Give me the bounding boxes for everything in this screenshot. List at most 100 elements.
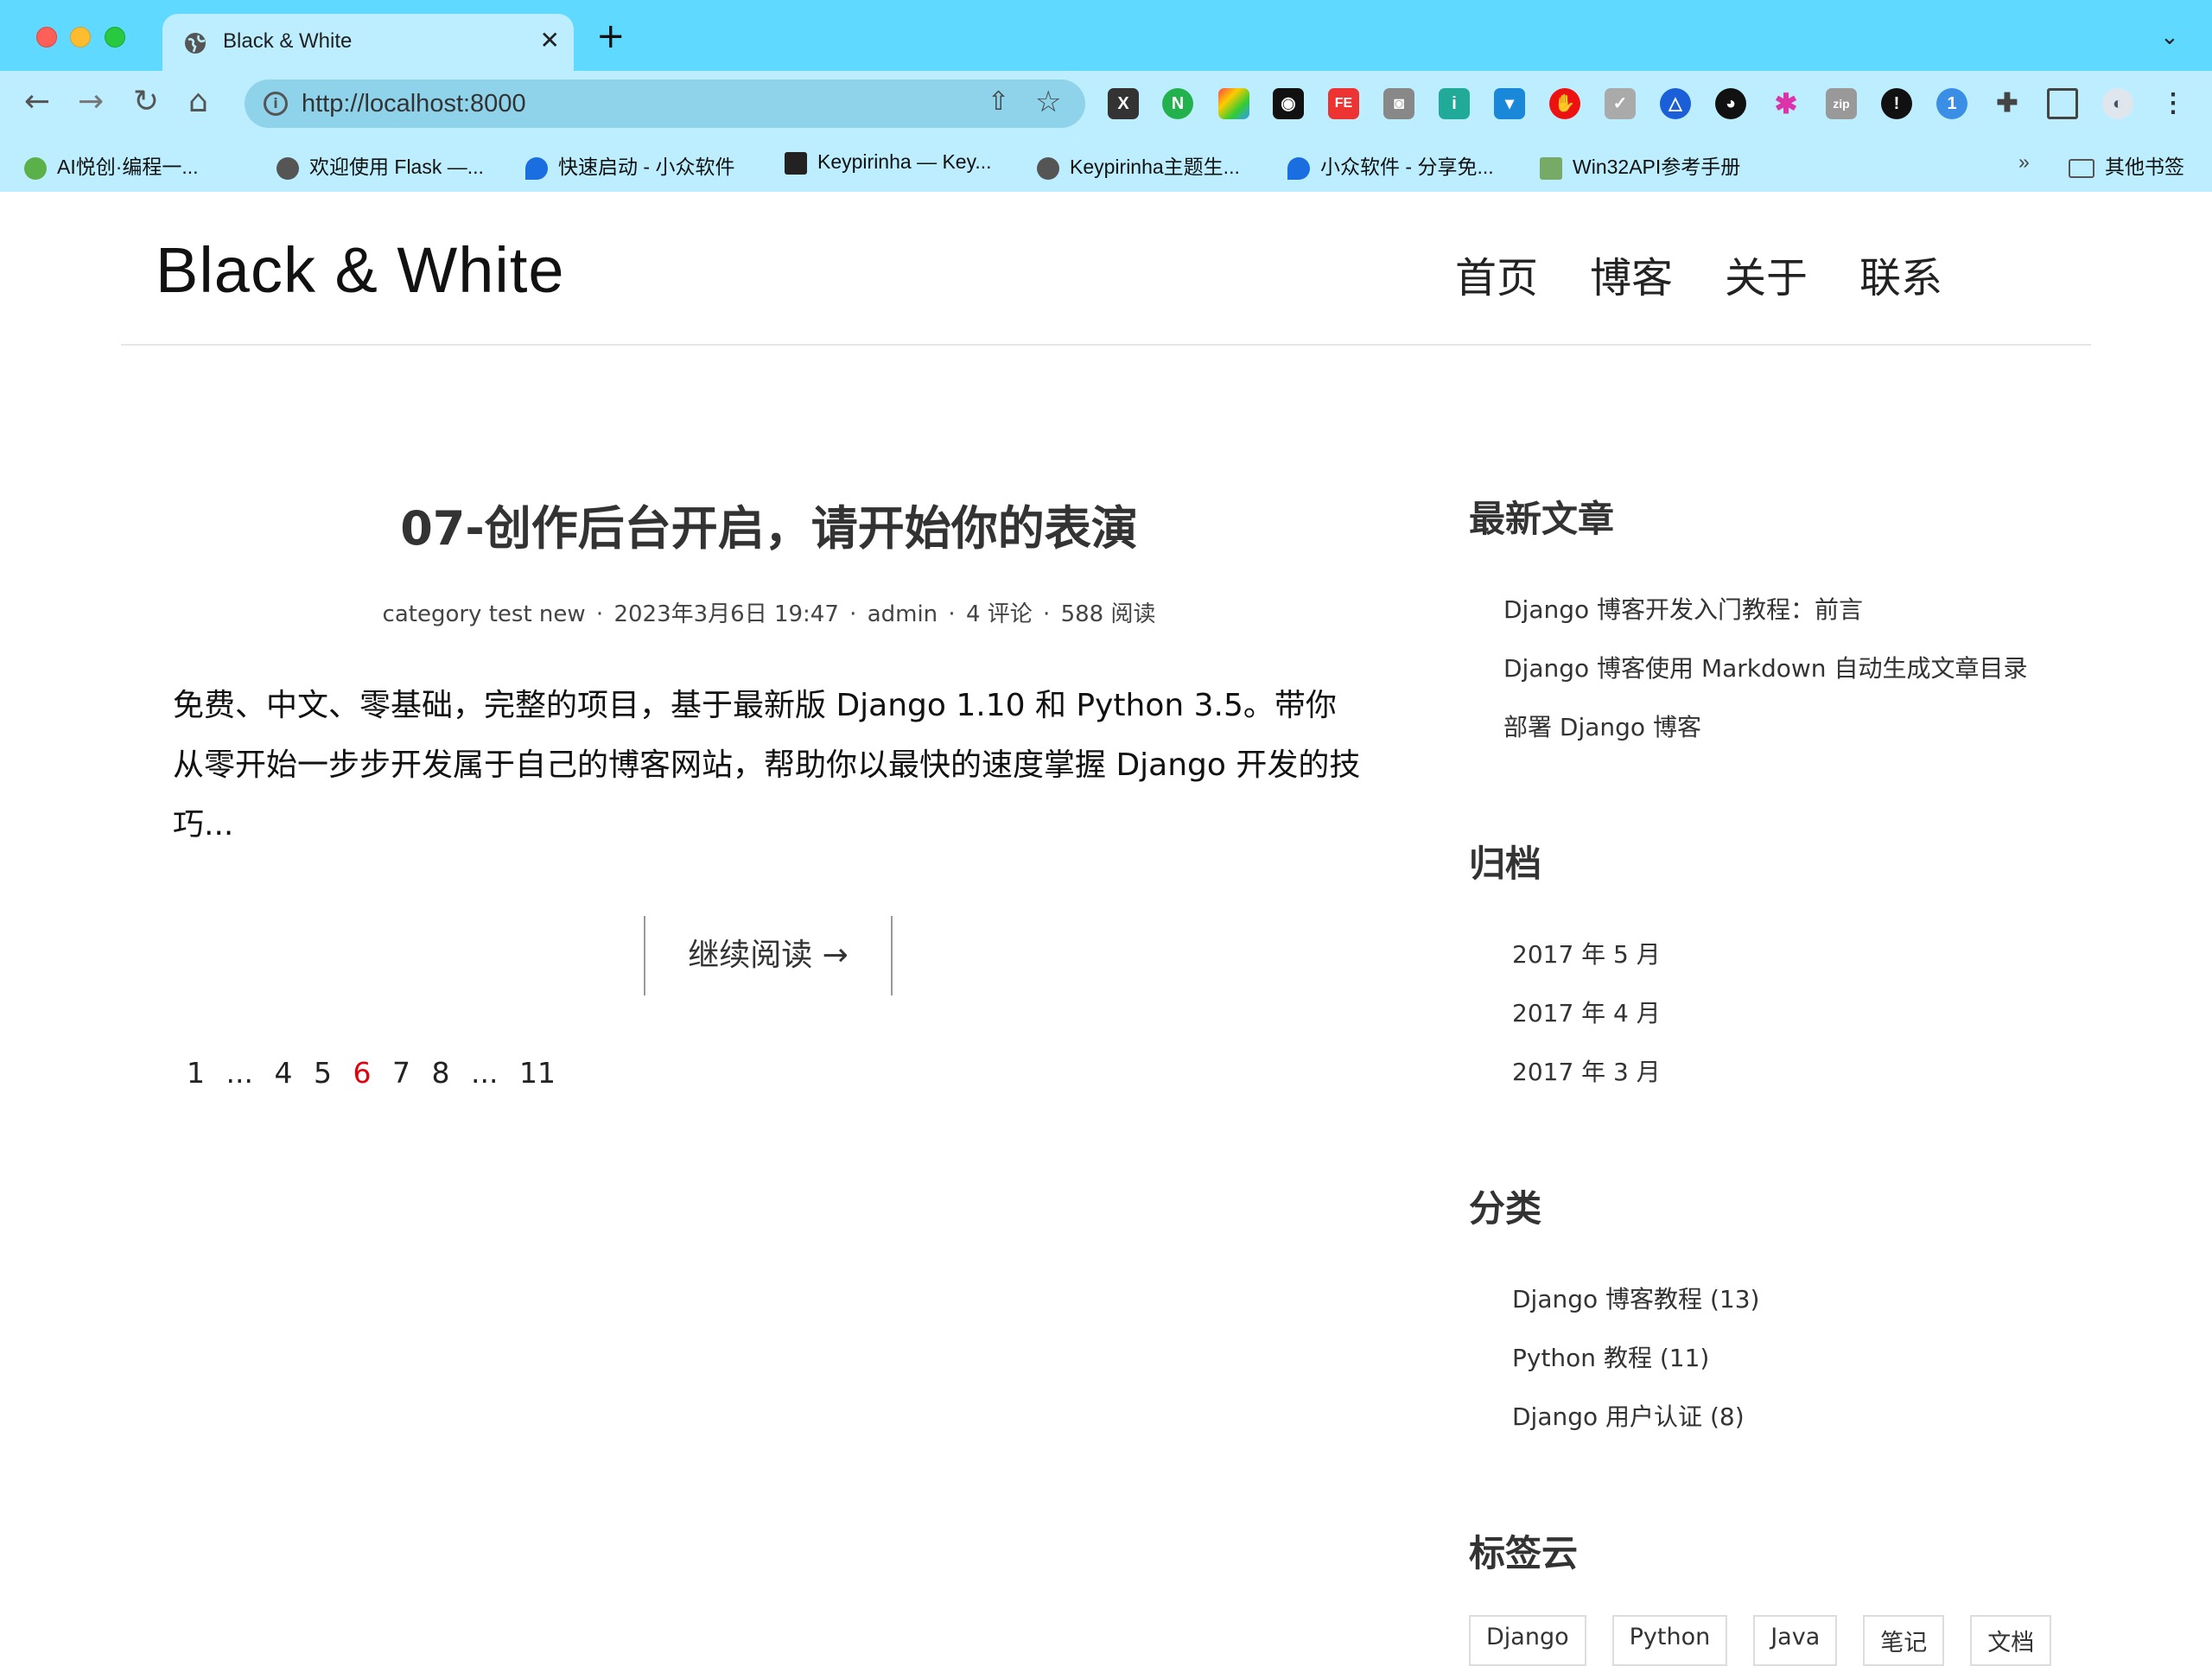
pagination: 1 ... 4 5 6 7 8 ... 11 — [187, 1056, 568, 1090]
meta-separator: · — [849, 601, 857, 627]
tag-cloud: Django Python Java 笔记 文档 — [1469, 1615, 2091, 1666]
color-grid-extension-icon[interactable] — [1218, 88, 1249, 119]
profile-avatar[interactable]: ◐ — [2102, 88, 2133, 119]
address-bar[interactable]: i http://localhost:8000 ⇧ ☆ — [245, 79, 1085, 128]
archive-list: 2017 年 5 月 2017 年 4 月 2017 年 3 月 — [1469, 925, 2091, 1102]
post-date[interactable]: 2023年3月6日 19:47 — [613, 601, 838, 627]
post-title[interactable]: 07-创作后台开启，请开始你的表演 — [173, 490, 1365, 558]
glasses-extension-icon[interactable]: ◉ — [1273, 88, 1304, 119]
x-extension-icon[interactable]: X — [1108, 88, 1139, 119]
site-info-icon[interactable]: i — [264, 92, 288, 116]
bookmarks-overflow-chevron-icon[interactable]: » — [2018, 150, 2030, 174]
puzzle-extensions-icon[interactable]: ✚ — [1992, 88, 2023, 119]
tab-close-icon[interactable]: ✕ — [540, 26, 560, 54]
bookmark-item[interactable]: Win32API参考手册 — [1540, 150, 1740, 180]
nav-home[interactable]: 首页 — [1455, 244, 1538, 304]
categories-title: 分类 — [1469, 1187, 1542, 1230]
category-link[interactable]: Python 教程 (11) — [1469, 1329, 2091, 1388]
star-extension-icon[interactable]: ✱ — [1770, 88, 1802, 119]
page-link[interactable]: 11 — [519, 1056, 556, 1090]
close-window-button[interactable] — [36, 27, 57, 48]
git-zip-extension-icon[interactable]: zip — [1826, 88, 1857, 119]
github-extension-icon[interactable]: ◕ — [1715, 88, 1746, 119]
back-arrow-icon[interactable]: ← — [24, 85, 50, 119]
recent-post-link[interactable]: 部署 Django 博客 — [1469, 698, 2091, 757]
other-bookmarks-folder[interactable]: 其他书签 — [2069, 150, 2184, 180]
page-current: 6 — [353, 1056, 372, 1090]
blog-page: Black & White 首页 博客 关于 联系 07-创作后台开启，请开始你… — [0, 192, 2212, 1666]
archive-link[interactable]: 2017 年 5 月 — [1469, 925, 2091, 984]
zoom-window-button[interactable] — [105, 27, 125, 48]
page-link[interactable]: 8 — [431, 1056, 449, 1090]
share-icon[interactable]: ⇧ — [988, 86, 1009, 117]
alert-extension-icon[interactable]: ! — [1881, 88, 1912, 119]
browser-toolbar: ← → ↻ ⌂ i http://localhost:8000 ⇧ ☆ X N … — [0, 71, 2212, 137]
meta-separator: · — [948, 601, 956, 627]
side-panel-icon[interactable] — [2047, 88, 2078, 119]
tag-cloud-title: 标签云 — [1469, 1532, 1579, 1574]
nav-blog[interactable]: 博客 — [1590, 244, 1673, 304]
page-link[interactable]: 4 — [274, 1056, 292, 1090]
browser-tab-active[interactable]: Black & White ✕ — [162, 14, 574, 71]
bird-extension-icon[interactable]: ▾ — [1494, 88, 1525, 119]
browser-chrome: Black & White ✕ + ⌄ ← → ↻ ⌂ i http://loc… — [0, 0, 2212, 192]
new-tab-button[interactable]: + — [596, 19, 626, 54]
address-url[interactable]: http://localhost:8000 — [302, 90, 526, 118]
forward-arrow-icon[interactable]: → — [78, 85, 104, 119]
page-link[interactable]: 5 — [314, 1056, 332, 1090]
recent-post-link[interactable]: Django 博客使用 Markdown 自动生成文章目录 — [1469, 639, 2091, 698]
post-category[interactable]: category test new — [383, 601, 586, 627]
post-excerpt: 免费、中文、零基础，完整的项目，基于最新版 Django 1.10 和 Pyth… — [173, 688, 1361, 843]
meta-separator: · — [595, 601, 604, 627]
triangle-extension-icon[interactable]: △ — [1660, 88, 1691, 119]
bookmark-item[interactable]: 小众软件 - 分享免... — [1287, 150, 1494, 180]
category-link[interactable]: Django 用户认证 (8) — [1469, 1388, 2091, 1447]
tag-link[interactable]: 笔记 — [1863, 1615, 1945, 1666]
leaf-icon — [24, 156, 47, 180]
info-on-extension-icon[interactable]: i — [1439, 88, 1470, 119]
tag-link[interactable]: 文档 — [1970, 1615, 2052, 1666]
k-icon — [785, 151, 807, 175]
bookmark-item[interactable]: Keypirinha主题生... — [1037, 150, 1240, 180]
reload-icon[interactable]: ↻ — [133, 85, 159, 119]
site-logo[interactable]: Black & White — [156, 233, 565, 307]
translate-extension-icon[interactable]: 1 — [1936, 88, 1967, 119]
browser-menu-icon[interactable]: ⋮ — [2158, 88, 2189, 119]
bookmark-item[interactable]: AI悦创·编程一... — [24, 150, 199, 180]
shield-extension-icon[interactable]: ✓ — [1605, 88, 1636, 119]
tab-search-chevron-icon[interactable]: ⌄ — [2160, 24, 2179, 50]
folder-icon — [2069, 158, 2094, 178]
tag-link[interactable]: Django — [1469, 1615, 1586, 1666]
bookmark-item[interactable]: 快速启动 - 小众软件 — [525, 150, 734, 180]
post-author[interactable]: admin — [868, 601, 938, 627]
read-more-button[interactable]: 继续阅读 → — [644, 916, 893, 995]
minimize-window-button[interactable] — [70, 27, 91, 48]
home-icon[interactable]: ⌂ — [188, 85, 208, 119]
nav-contact[interactable]: 联系 — [1859, 244, 1942, 304]
bookmark-star-icon[interactable]: ☆ — [1035, 85, 1061, 119]
post-views: 588 阅读 — [1060, 601, 1156, 627]
archive-link[interactable]: 2017 年 4 月 — [1469, 984, 2091, 1043]
sidebar: 最新文章 Django 博客开发入门教程：前言 Django 博客使用 Mark… — [1469, 490, 2091, 1666]
globe-icon — [276, 156, 299, 180]
page-link[interactable]: 7 — [392, 1056, 410, 1090]
hand-stop-extension-icon[interactable]: ✋ — [1549, 88, 1580, 119]
header-divider — [121, 344, 2091, 346]
tag-link[interactable]: Java — [1753, 1615, 1838, 1666]
bookmark-item[interactable]: 欢迎使用 Flask —... — [276, 150, 484, 180]
archive-title: 归档 — [1469, 843, 1542, 885]
tag-link[interactable]: Python — [1611, 1615, 1728, 1666]
api-book-icon — [1540, 156, 1562, 180]
logo-main: Black — [156, 234, 316, 306]
category-link[interactable]: Django 博客教程 (13) — [1469, 1270, 2091, 1329]
fe-extension-icon[interactable]: FE — [1328, 88, 1359, 119]
recent-post-link[interactable]: Django 博客开发入门教程：前言 — [1469, 581, 2091, 639]
page-link[interactable]: 1 — [187, 1056, 205, 1090]
globe-icon — [185, 33, 206, 54]
post-comments[interactable]: 4 评论 — [966, 601, 1033, 627]
bookmark-item[interactable]: Keypirinha — Key... — [785, 150, 992, 175]
archive-link[interactable]: 2017 年 3 月 — [1469, 1043, 2091, 1102]
nav-about[interactable]: 关于 — [1725, 244, 1808, 304]
n-extension-icon[interactable]: N — [1162, 88, 1193, 119]
camera-extension-icon[interactable]: ◙ — [1383, 88, 1414, 119]
